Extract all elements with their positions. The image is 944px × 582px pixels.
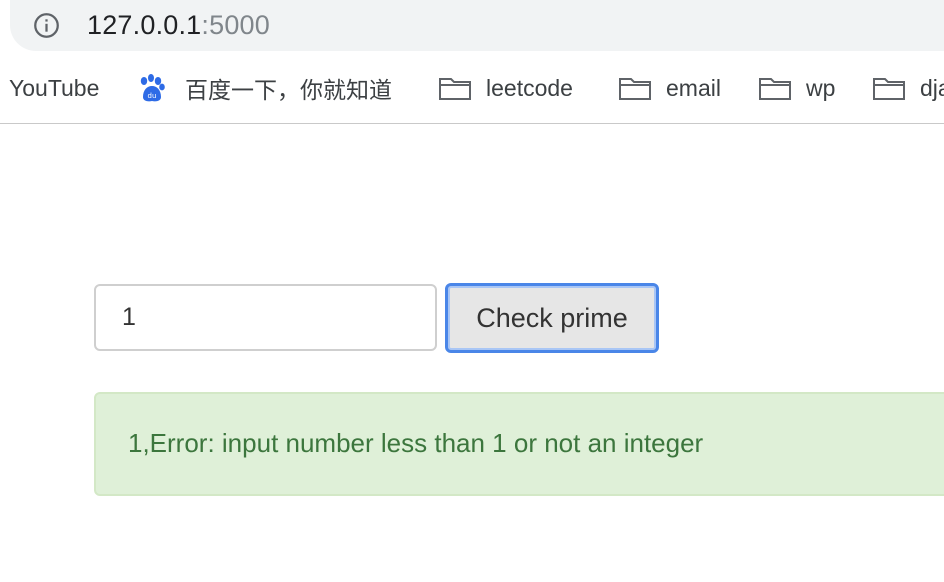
url-host: 127.0.0.1 [87, 10, 202, 40]
bookmark-folder-wp[interactable]: wp [758, 70, 835, 106]
bookmark-baidu[interactable]: du 百度一下，你就知道 [137, 70, 392, 106]
bookmark-youtube[interactable]: YouTube [9, 70, 99, 106]
bookmark-label: 百度一下，你就知道 [185, 77, 392, 103]
bookmark-label: YouTube [9, 74, 100, 101]
baidu-paw-icon: du [140, 74, 165, 102]
bookmark-folder-dja[interactable]: dja [872, 70, 944, 106]
bookmark-label: wp [806, 74, 836, 101]
folder-icon [873, 78, 905, 100]
result-message: 1,Error: input number less than 1 or not… [128, 428, 704, 458]
browser-chrome: 127.0.0.1:5000 YouTube du 百度一下，你就知道 leet… [0, 0, 944, 124]
check-prime-button[interactable]: Check prime [445, 283, 659, 353]
info-icon[interactable] [33, 12, 60, 39]
folder-icon [759, 78, 791, 100]
bookmarks-bar: YouTube du 百度一下，你就知道 leetcode email wp d… [0, 70, 944, 106]
bookmark-folder-leetcode[interactable]: leetcode [438, 70, 573, 106]
svg-text:du: du [148, 92, 157, 100]
url-text[interactable]: 127.0.0.1:5000 [87, 8, 270, 42]
folder-icon [439, 78, 471, 100]
bookmark-label: leetcode [486, 74, 573, 101]
address-bar[interactable]: 127.0.0.1:5000 [10, 0, 944, 51]
bookmark-folder-email[interactable]: email [618, 70, 721, 106]
number-input[interactable] [94, 284, 437, 351]
folder-icon [619, 78, 651, 100]
url-port: :5000 [201, 10, 270, 40]
bookmark-label: email [666, 74, 721, 101]
page-content: Check prime 1,Error: input number less t… [0, 124, 944, 582]
result-alert: 1,Error: input number less than 1 or not… [94, 392, 944, 496]
bookmark-label: dja [920, 74, 944, 101]
